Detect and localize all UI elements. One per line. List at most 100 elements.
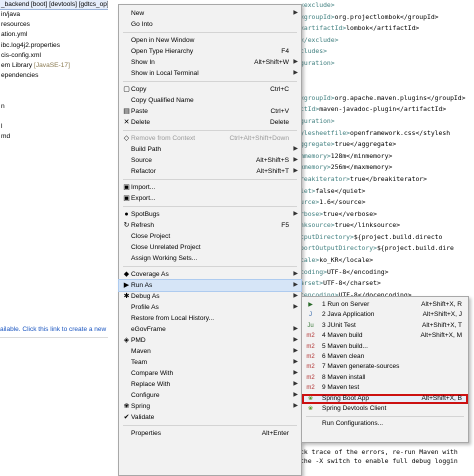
menu-item-show-in[interactable]: Show In Alt+Shift+W ▶ <box>119 57 301 68</box>
tree-item[interactable]: resources <box>0 20 108 30</box>
menu-item-replace-with[interactable]: Replace With ▶ <box>119 379 301 390</box>
menu-item-go-into[interactable]: Go Into <box>119 19 301 30</box>
tree-item[interactable]: l <box>0 122 108 132</box>
export-icon: ▣ <box>123 195 130 202</box>
menu-item-close-project[interactable]: Close Project <box>119 231 301 242</box>
tree-item[interactable]: cis-config.xml <box>0 51 108 61</box>
submenu-item-spring-boot-app[interactable]: ❀ Spring Boot App Alt+Shift+X, B <box>302 393 468 404</box>
submenu-arrow-icon: ▶ <box>293 293 298 299</box>
menu-separator <box>123 179 297 180</box>
menu-item-refactor[interactable]: Refactor Alt+Shift+T ▶ <box>119 166 301 177</box>
menu-item-paste[interactable]: ▤ Paste Ctrl+V <box>119 106 301 117</box>
menu-item-coverage-as[interactable]: ◆ Coverage As ▶ <box>119 269 301 280</box>
menu-item-new[interactable]: New ▶ <box>119 8 301 19</box>
submenu-item-2-java-application[interactable]: J 2 Java Application Alt+Shift+X, J <box>302 310 468 320</box>
menu-item-copy-qualified-name[interactable]: Copy Qualified Name <box>119 95 301 106</box>
tree-item[interactable]: md <box>0 132 108 142</box>
project-node[interactable]: _backend [boot] [devtools] [gdtcs_op] <box>0 0 108 10</box>
console-line: the -X switch to enable full debug loggi… <box>300 457 458 465</box>
menu-item-compare-with[interactable]: Compare With ▶ <box>119 368 301 379</box>
menu-item-build-path[interactable]: Build Path ▶ <box>119 144 301 155</box>
menu-item-spring[interactable]: ❀ Spring ▶ <box>119 401 301 412</box>
menu-item-label: Open in New Window <box>131 37 195 44</box>
menu-item-maven[interactable]: Maven ▶ <box>119 346 301 357</box>
xml-tag: rbose> <box>300 209 324 218</box>
create-link[interactable]: ailable. Click this link to create a new <box>0 324 108 336</box>
menu-separator <box>123 425 297 426</box>
tree-item[interactable]: n <box>0 102 108 112</box>
menu-item-export[interactable]: ▣ Export... <box>119 193 301 204</box>
submenu-item-8-maven-install[interactable]: m2 8 Maven install <box>302 373 468 383</box>
menu-item-copy[interactable]: ▢ Copy Ctrl+C <box>119 84 301 95</box>
menu-item-pmd[interactable]: ◈ PMD ▶ <box>119 335 301 346</box>
menu-item-label: Configure <box>131 392 160 399</box>
xml-tag: cludes> <box>300 47 327 56</box>
xml-tag: <groupId> <box>300 12 335 21</box>
maven-icon: m2 <box>306 374 315 381</box>
menu-item-close-unrelated-project[interactable]: Close Unrelated Project <box>119 242 301 253</box>
menu-item-open-type-hierarchy[interactable]: Open Type Hierarchy F4 <box>119 46 301 57</box>
menu-item-debug-as[interactable]: ✱ Debug As ▶ <box>119 291 301 302</box>
delete-icon: ✕ <box>123 119 130 126</box>
xml-tag: <artifactId> <box>300 24 347 33</box>
xml-tag: arset> <box>300 279 324 288</box>
tree-item[interactable]: ependencies <box>0 71 108 81</box>
code-line: arset>UTF-8</charset> <box>300 278 474 290</box>
menu-item-egovframe[interactable]: eGovFrame ▶ <box>119 324 301 335</box>
menu-item-source[interactable]: Source Alt+Shift+S ▶ <box>119 155 301 166</box>
menu-item-team[interactable]: Team ▶ <box>119 357 301 368</box>
menu-item-run-as[interactable]: ▶ Run As ▶ <box>118 279 302 292</box>
menu-item-assign-working-sets[interactable]: Assign Working Sets... <box>119 253 301 264</box>
submenu-item-6-maven-clean[interactable]: m2 6 Maven clean <box>302 352 468 362</box>
tree-item[interactable] <box>0 81 108 91</box>
menu-item-shortcut: Alt+Shift+S <box>256 157 289 164</box>
code-line: <groupId>org.projectlombok</groupId> <box>300 12 474 24</box>
menu-item-profile-as[interactable]: Profile As ▶ <box>119 302 301 313</box>
refresh-icon: ↻ <box>123 222 130 229</box>
code-line: ggregate>true</aggregate> <box>300 139 474 151</box>
submenu-item-5-maven-build[interactable]: m2 5 Maven build... <box>302 342 468 352</box>
tree-item[interactable]: ibc.log4j2.properties <box>0 41 108 51</box>
code-line: nksource>true</linksource> <box>300 220 474 232</box>
xml-tag: tputDirectory> <box>300 232 354 241</box>
tree-item[interactable] <box>0 112 108 122</box>
project-explorer: _backend [boot] [devtools] [gdtcs_op] in… <box>0 0 108 475</box>
menu-item-open-in-new-window[interactable]: Open in New Window <box>119 35 301 46</box>
menu-item-spotbugs[interactable]: ● SpotBugs ▶ <box>119 209 301 220</box>
code-line: cludes> <box>300 46 474 58</box>
submenu-item-4-maven-build[interactable]: m2 4 Maven build Alt+Shift+X, M <box>302 331 468 341</box>
submenu-item-3-junit-test[interactable]: Ju 3 JUnit Test Alt+Shift+X, T <box>302 321 468 331</box>
menu-item-label: New <box>131 10 145 17</box>
xml-tag: nksource> <box>300 221 335 230</box>
menu-item-show-in-local-terminal[interactable]: Show in Local Terminal ▶ <box>119 68 301 79</box>
menu-item-refresh[interactable]: ↻ Refresh F5 <box>119 220 301 231</box>
submenu-item-9-maven-test[interactable]: m2 9 Maven test <box>302 383 468 393</box>
submenu-item-run-configurations[interactable]: Run Configurations... <box>302 419 468 429</box>
xml-text: ${project.build.directo <box>353 232 443 241</box>
submenu-item-spring-devtools-client[interactable]: ❀ Spring Devtools Client <box>302 404 468 414</box>
code-line: xmemory>256m</maxmemory> <box>300 162 474 174</box>
tree-item[interactable]: in/java <box>0 10 108 20</box>
menu-item-configure[interactable]: Configure ▶ <box>119 390 301 401</box>
xml-tag: portOutputDirectory> <box>300 244 377 253</box>
submenu-arrow-icon: ▶ <box>293 370 298 376</box>
code-line: mmemory>128m</minmemory> <box>300 151 474 163</box>
menu-item-label: PMD <box>131 337 146 344</box>
submenu-item-label: 7 Maven generate-sources <box>322 363 400 371</box>
submenu-item-7-maven-generate-sources[interactable]: m2 7 Maven generate-sources <box>302 362 468 372</box>
menu-item-properties[interactable]: Properties Alt+Enter <box>119 428 301 439</box>
xml-text: 1.6</source> <box>319 198 366 207</box>
xml-tag: mmemory> <box>300 151 331 160</box>
menu-item-import[interactable]: ▣ Import... <box>119 182 301 193</box>
menu-item-delete[interactable]: ✕ Delete Delete <box>119 117 301 128</box>
menu-item-label: Import... <box>131 184 156 191</box>
menu-item-validate[interactable]: ✔ Validate <box>119 412 301 423</box>
tree-item[interactable] <box>0 92 108 102</box>
menu-item-restore-from-local-history[interactable]: Restore from Local History... <box>119 313 301 324</box>
tree-item[interactable]: ation.yml <box>0 30 108 40</box>
submenu-item-label: Spring Devtools Client <box>322 405 387 412</box>
tree-item[interactable]: em Library [JavaSE-17] <box>0 61 108 71</box>
xml-text: ko_KR</locale> <box>319 256 374 265</box>
submenu-item-1-run-on-server[interactable]: ▶ 1 Run on Server Alt+Shift+X, R <box>302 300 468 310</box>
menu-item-shortcut: Ctrl+V <box>270 108 289 115</box>
